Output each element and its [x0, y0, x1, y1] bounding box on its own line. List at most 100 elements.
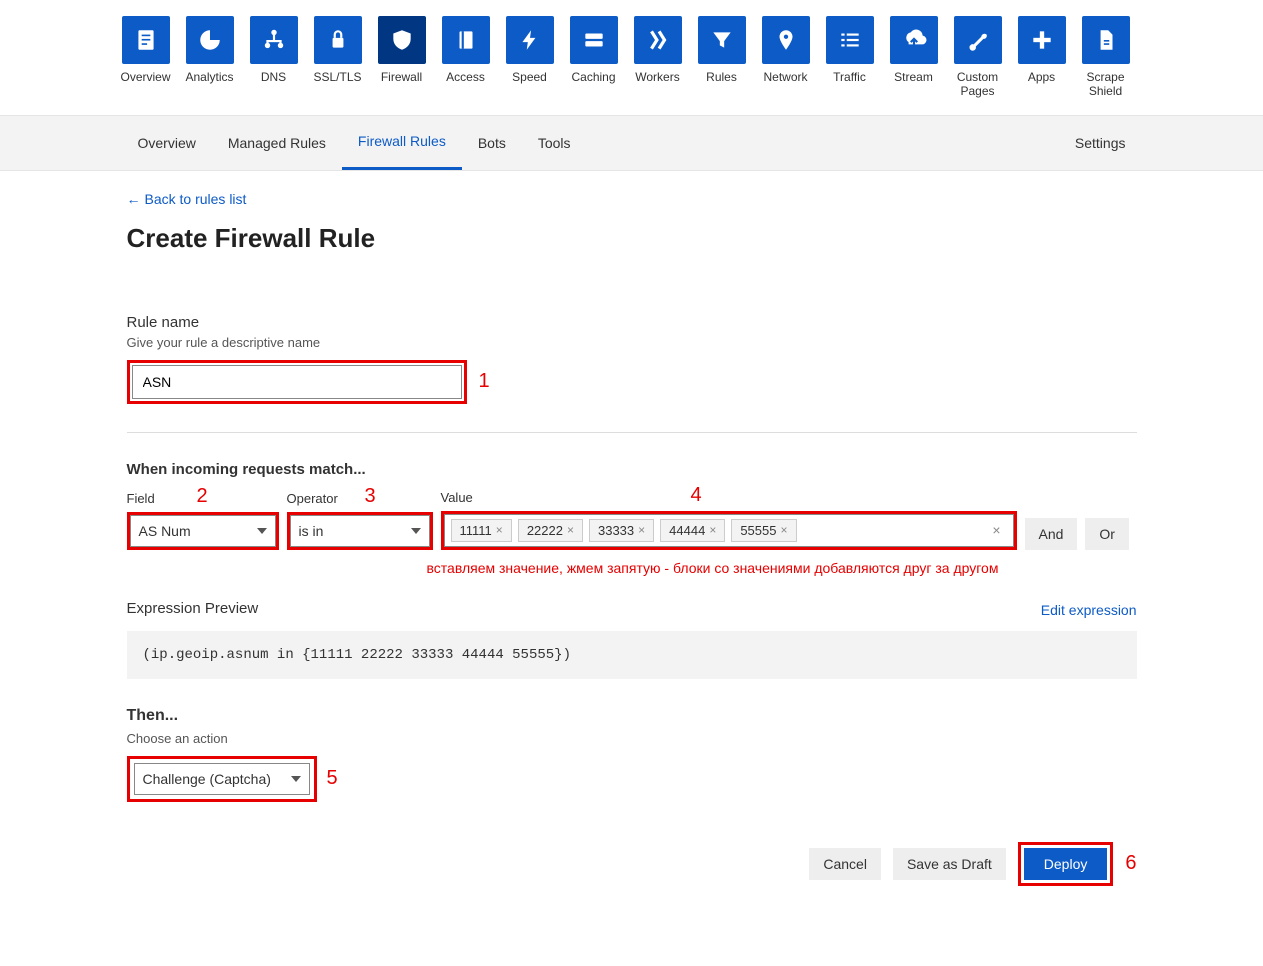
annotation-2: 2 [197, 485, 208, 508]
expression-preview-label: Expression Preview [127, 600, 259, 617]
field-select[interactable]: AS Num [130, 515, 276, 547]
annotation-box-5: Challenge (Captcha) [127, 756, 317, 802]
value-tag: 44444 × [660, 519, 725, 542]
rules-icon [698, 16, 746, 64]
tag-text: 33333 [598, 523, 634, 538]
access-icon [442, 16, 490, 64]
save-draft-button[interactable]: Save as Draft [893, 848, 1006, 880]
tab-overview[interactable]: Overview [122, 116, 212, 170]
chevron-down-icon [291, 776, 301, 782]
nav-label: Access [446, 70, 485, 84]
overview-icon [122, 16, 170, 64]
stream-icon [890, 16, 938, 64]
chevron-down-icon [257, 528, 267, 534]
apps-icon [1018, 16, 1066, 64]
nav-item-firewall[interactable]: Firewall [378, 16, 426, 99]
value-tag: 33333 × [589, 519, 654, 542]
nav-label: Overview [121, 70, 171, 84]
edit-expression-link[interactable]: Edit expression [1041, 602, 1137, 618]
nav-item-access[interactable]: Access [442, 16, 490, 99]
settings-link[interactable]: Settings [1059, 116, 1142, 170]
speed-icon [506, 16, 554, 64]
rule-name-input[interactable] [132, 365, 462, 399]
back-link[interactable]: ← Back to rules list [127, 191, 247, 207]
nav-item-network[interactable]: Network [762, 16, 810, 99]
operator-label: Operator [287, 491, 338, 506]
cancel-button[interactable]: Cancel [809, 848, 881, 880]
field-value: AS Num [139, 523, 191, 539]
remove-tag-icon[interactable]: × [709, 523, 716, 537]
nav-label: Workers [635, 70, 679, 84]
remove-tag-icon[interactable]: × [496, 523, 503, 537]
scrape-shield-icon [1082, 16, 1130, 64]
value-tag: 55555 × [731, 519, 796, 542]
value-tags-input[interactable]: 11111 ×22222 ×33333 ×44444 ×55555 ×× [444, 514, 1014, 547]
annotation-box-4: 11111 ×22222 ×33333 ×44444 ×55555 ×× [441, 511, 1017, 550]
clear-icon[interactable]: × [986, 522, 1006, 538]
tab-tools[interactable]: Tools [522, 116, 587, 170]
or-button[interactable]: Or [1085, 518, 1129, 550]
nav-item-caching[interactable]: Caching [570, 16, 618, 99]
tag-text: 22222 [527, 523, 563, 538]
footer-buttons: Cancel Save as Draft Deploy 6 [127, 842, 1137, 886]
operator-select[interactable]: is in [290, 515, 430, 547]
nav-item-rules[interactable]: Rules [698, 16, 746, 99]
nav-label: Analytics [185, 70, 233, 84]
nav-label: Network [763, 70, 807, 84]
annotation-box-3: is in [287, 512, 433, 550]
nav-item-apps[interactable]: Apps [1018, 16, 1066, 99]
nav-item-speed[interactable]: Speed [506, 16, 554, 99]
operator-value: is in [299, 523, 324, 539]
then-hint: Choose an action [127, 731, 1137, 746]
remove-tag-icon[interactable]: × [638, 523, 645, 537]
action-select[interactable]: Challenge (Captcha) [134, 763, 310, 795]
tab-bots[interactable]: Bots [462, 116, 522, 170]
dns-icon [250, 16, 298, 64]
top-nav: Overview Analytics DNS SSL/TLS Firewall Acces… [122, 0, 1142, 107]
caching-icon [570, 16, 618, 64]
nav-item-traffic[interactable]: Traffic [826, 16, 874, 99]
action-value: Challenge (Captcha) [143, 771, 271, 787]
value-label: Value [441, 490, 473, 505]
nav-item-custom-pages[interactable]: Custom Pages [954, 16, 1002, 99]
annotation-1: 1 [479, 370, 490, 393]
nav-label: Apps [1028, 70, 1055, 84]
chevron-down-icon [411, 528, 421, 534]
annotation-4: 4 [691, 484, 702, 507]
nav-item-analytics[interactable]: Analytics [186, 16, 234, 99]
deploy-button[interactable]: Deploy [1024, 848, 1108, 880]
value-tag: 22222 × [518, 519, 583, 542]
tag-text: 55555 [740, 523, 776, 538]
ssl/tls-icon [314, 16, 362, 64]
tab-firewall-rules[interactable]: Firewall Rules [342, 116, 462, 170]
nav-label: Rules [706, 70, 737, 84]
expression-preview: (ip.geoip.asnum in {11111 22222 33333 44… [127, 631, 1137, 679]
nav-item-scrape-shield[interactable]: Scrape Shield [1082, 16, 1130, 99]
remove-tag-icon[interactable]: × [780, 523, 787, 537]
nav-label: Scrape Shield [1086, 70, 1124, 99]
tag-text: 44444 [669, 523, 705, 538]
nav-item-workers[interactable]: Workers [634, 16, 682, 99]
match-heading: When incoming requests match... [127, 461, 1137, 478]
nav-label: SSL/TLS [313, 70, 361, 84]
and-button[interactable]: And [1025, 518, 1078, 550]
annotation-5: 5 [327, 767, 338, 790]
then-heading: Then... [127, 707, 1137, 725]
content: ← Back to rules list Create Firewall Rul… [127, 171, 1137, 926]
nav-item-overview[interactable]: Overview [122, 16, 170, 99]
network-icon [762, 16, 810, 64]
firewall-icon [378, 16, 426, 64]
custom-pages-icon [954, 16, 1002, 64]
workers-icon [634, 16, 682, 64]
tab-managed-rules[interactable]: Managed Rules [212, 116, 342, 170]
remove-tag-icon[interactable]: × [567, 523, 574, 537]
annotation-3: 3 [365, 485, 376, 508]
nav-item-ssl/tls[interactable]: SSL/TLS [314, 16, 362, 99]
nav-item-dns[interactable]: DNS [250, 16, 298, 99]
field-label: Field [127, 491, 155, 506]
nav-label: Speed [512, 70, 547, 84]
nav-item-stream[interactable]: Stream [890, 16, 938, 99]
nav-label: Stream [894, 70, 933, 84]
nav-label: DNS [261, 70, 286, 84]
rule-name-hint: Give your rule a descriptive name [127, 335, 1137, 350]
